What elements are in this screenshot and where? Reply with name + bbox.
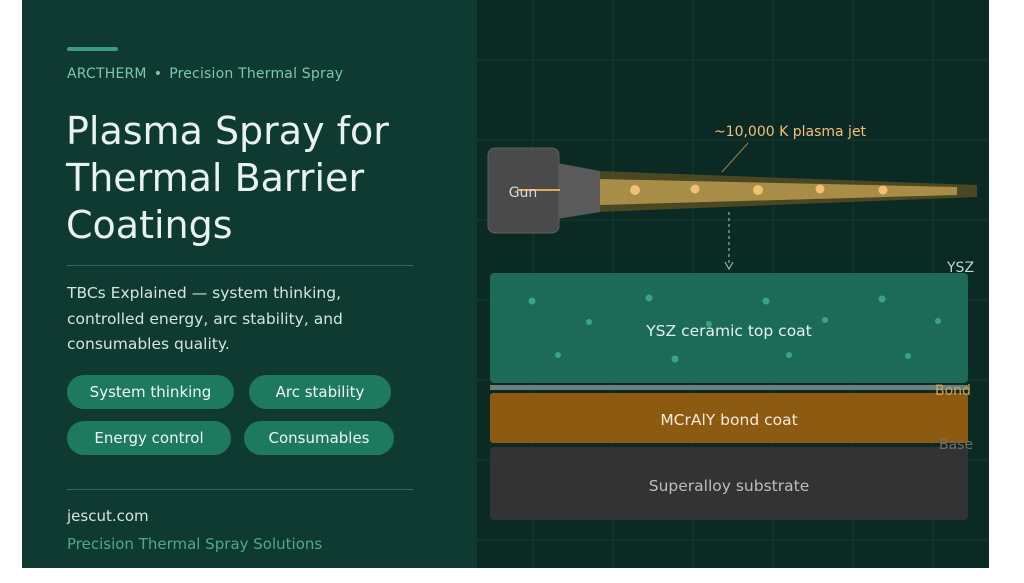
top-coat-label: YSZ ceramic top coat — [645, 322, 812, 340]
particle — [878, 185, 888, 195]
side-label-base: Base — [939, 437, 973, 453]
left-panel: ARCTHERM • Precision Thermal Spray Plasma … — [22, 0, 477, 568]
chip-consumables: Consumables — [244, 421, 394, 455]
bond-coat-label: MCrAlY bond coat — [660, 411, 797, 429]
footer-site: jescut.com — [67, 507, 149, 525]
divider-top — [67, 265, 413, 266]
footer-tagline: Precision Thermal Spray Solutions — [67, 535, 323, 553]
plasma-spray-diagram: Gun ~10,000 K plasma jet YSZ ceramic top… — [477, 0, 989, 568]
chip-energy-control: Energy control — [67, 421, 231, 455]
brand-eyebrow: ARCTHERM • Precision Thermal Spray — [67, 66, 343, 82]
gun-label: Gun — [509, 185, 538, 201]
brand-tagline: Precision Thermal Spray — [169, 66, 344, 82]
slide-frame: ARCTHERM • Precision Thermal Spray Plasma … — [22, 0, 989, 568]
right-panel: Gun ~10,000 K plasma jet YSZ ceramic top… — [477, 0, 989, 568]
plasma-jet — [597, 171, 977, 212]
particle — [753, 185, 763, 195]
jet-callout-line — [721, 142, 749, 173]
accent-bar — [67, 47, 118, 51]
particle — [815, 184, 825, 194]
subtitle: TBCs Explained — system thinking, contro… — [67, 284, 343, 353]
layer-substrate: Superalloy substrate — [490, 447, 968, 520]
page-title: Plasma Spray for Thermal Barrier Coating… — [66, 109, 389, 247]
substrate-label: Superalloy substrate — [649, 477, 809, 495]
jet-label: ~10,000 K plasma jet — [714, 124, 867, 140]
particle — [630, 185, 640, 195]
chip-arc-stability: Arc stability — [249, 375, 391, 409]
side-label-bond: Bond — [935, 383, 971, 399]
interface-layer — [490, 385, 968, 390]
brand-name: ARCTHERM — [67, 66, 147, 82]
particle — [690, 184, 700, 194]
layer-bond-coat: MCrAlY bond coat — [490, 393, 968, 443]
layer-top-coat: YSZ ceramic top coat — [490, 273, 968, 383]
arrow-head-icon — [724, 261, 734, 271]
chip-system-thinking: System thinking — [67, 375, 234, 409]
divider-bottom — [67, 489, 413, 490]
brand-separator: • — [153, 66, 163, 82]
side-label-ysz: YSZ — [946, 260, 974, 276]
